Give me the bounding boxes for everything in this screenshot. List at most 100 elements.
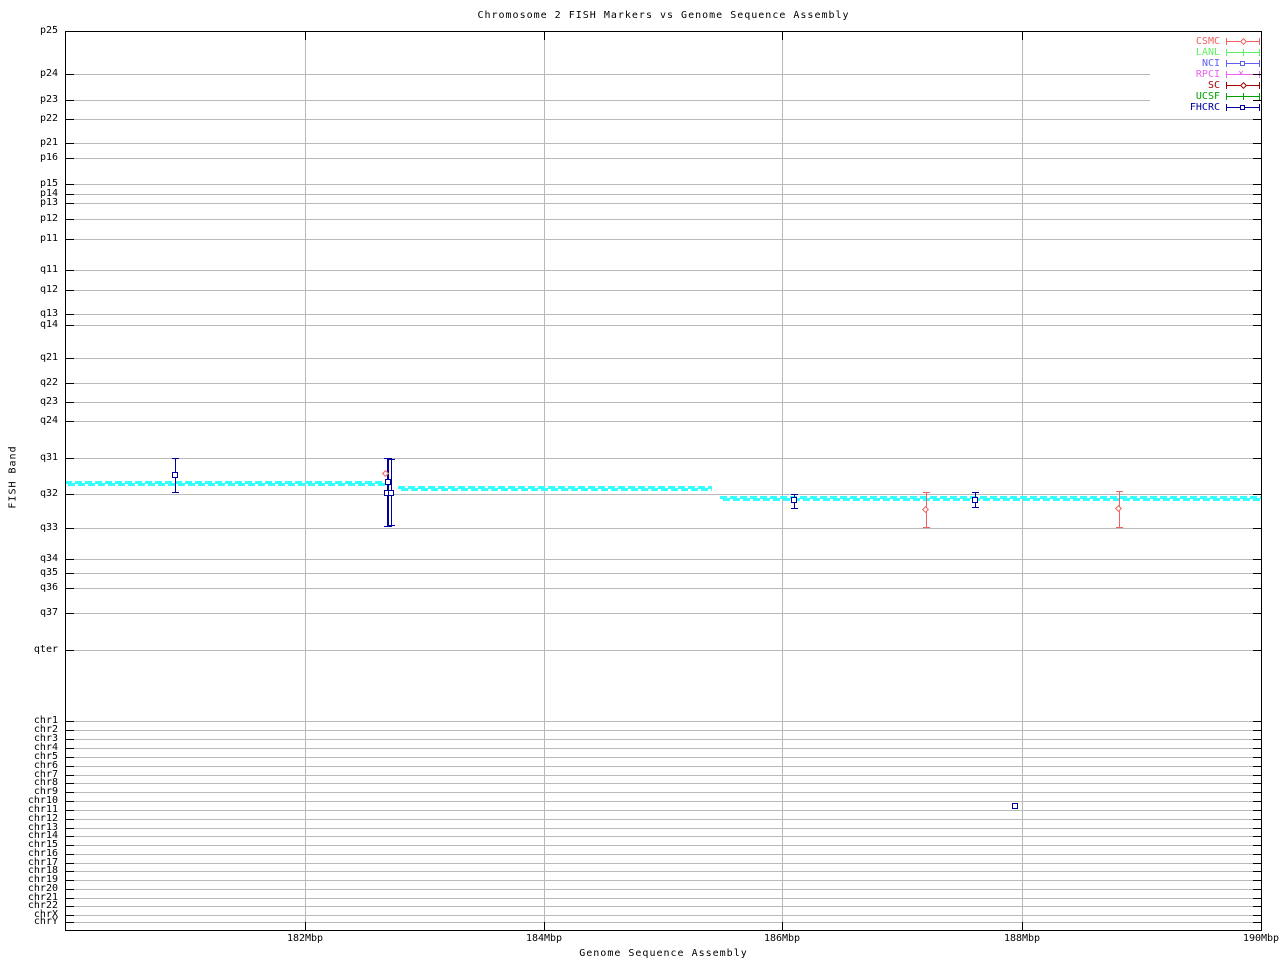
y-tick-left	[65, 775, 74, 776]
band-gridline	[65, 915, 1262, 916]
band-label: p11	[39, 233, 58, 244]
data-point-fhcrc	[791, 497, 797, 503]
band-gridline	[65, 290, 1262, 291]
band-label: p22	[39, 113, 58, 124]
band-label: qter	[33, 644, 58, 655]
y-tick-left	[65, 194, 74, 195]
band-label: q11	[39, 264, 58, 275]
y-tick-right	[1253, 650, 1262, 651]
y-tick-left	[65, 203, 74, 204]
y-tick-left	[65, 270, 74, 271]
band-label: q13	[39, 308, 58, 319]
band-label: q23	[39, 396, 58, 407]
x-tick-bottom	[1022, 922, 1023, 931]
y-tick-right	[1253, 528, 1262, 529]
y-tick-right	[1253, 119, 1262, 120]
y-tick-left	[65, 239, 74, 240]
y-tick-right	[1253, 314, 1262, 315]
y-tick-right	[1253, 588, 1262, 589]
band-gridline	[65, 871, 1262, 872]
y-tick-left	[65, 383, 74, 384]
y-tick-right	[1253, 730, 1262, 731]
y-tick-right	[1253, 757, 1262, 758]
x-tick-bottom	[305, 922, 306, 931]
y-tick-left	[65, 528, 74, 529]
legend-label: FHCRC	[1189, 101, 1220, 113]
band-gridline	[65, 383, 1262, 384]
y-tick-left	[65, 458, 74, 459]
band-label: q32	[39, 488, 58, 499]
y-tick-left	[65, 314, 74, 315]
y-tick-right	[1253, 559, 1262, 560]
y-tick-right	[1253, 158, 1262, 159]
x-tick-label: 188Mbp	[1003, 933, 1041, 944]
band-label: chrY	[33, 916, 58, 927]
band-gridline	[65, 775, 1262, 776]
band-gridline	[65, 528, 1262, 529]
band-gridline	[65, 650, 1262, 651]
y-tick-left	[65, 421, 74, 422]
x-tick-bottom	[782, 922, 783, 931]
y-tick-right	[1253, 792, 1262, 793]
x-gridline	[544, 31, 545, 931]
legend-sample-square-icon	[1226, 103, 1260, 112]
legend-sample-tick-icon	[1226, 48, 1260, 57]
band-label: p24	[39, 68, 58, 79]
band-gridline	[65, 588, 1262, 589]
legend-label: CSMC	[1195, 35, 1220, 47]
y-tick-left	[65, 739, 74, 740]
y-tick-right	[1253, 766, 1262, 767]
band-gridline	[65, 748, 1262, 749]
y-tick-left	[65, 810, 74, 811]
y-tick-right	[1253, 290, 1262, 291]
data-point-fhcrc	[388, 490, 394, 496]
x-tick-top	[544, 31, 545, 40]
band-gridline	[65, 314, 1262, 315]
band-gridline	[65, 863, 1262, 864]
y-tick-left	[65, 325, 74, 326]
y-tick-right	[1253, 854, 1262, 855]
y-tick-right	[1253, 194, 1262, 195]
band-gridline	[65, 880, 1262, 881]
band-gridline	[65, 922, 1262, 923]
band-gridline	[65, 458, 1262, 459]
y-tick-right	[1253, 100, 1262, 101]
band-gridline	[65, 721, 1262, 722]
y-tick-left	[65, 915, 74, 916]
y-tick-right	[1253, 739, 1262, 740]
band-gridline	[65, 270, 1262, 271]
y-tick-left	[65, 158, 74, 159]
y-tick-right	[1253, 871, 1262, 872]
y-tick-right	[1253, 270, 1262, 271]
band-label: q24	[39, 415, 58, 426]
band-label: p12	[39, 213, 58, 224]
y-tick-left	[65, 494, 74, 495]
band-label: q14	[39, 319, 58, 330]
y-tick-right	[1253, 184, 1262, 185]
y-tick-right	[1253, 239, 1262, 240]
y-tick-right	[1253, 863, 1262, 864]
band-gridline	[65, 845, 1262, 846]
band-gridline	[65, 239, 1262, 240]
band-gridline	[65, 158, 1262, 159]
y-tick-left	[65, 119, 74, 120]
y-tick-right	[1253, 775, 1262, 776]
x-tick-top	[305, 31, 306, 40]
y-tick-right	[1253, 801, 1262, 802]
data-point-fhcrc	[1012, 803, 1018, 809]
y-tick-left	[65, 792, 74, 793]
band-gridline	[65, 613, 1262, 614]
y-tick-left	[65, 613, 74, 614]
y-tick-right	[1253, 889, 1262, 890]
x-tick-label: 190Mbp	[1242, 933, 1280, 944]
y-tick-left	[65, 801, 74, 802]
y-tick-left	[65, 906, 74, 907]
band-gridline	[65, 906, 1262, 907]
assembly-track-segment	[65, 481, 390, 486]
y-tick-left	[65, 845, 74, 846]
y-tick-right	[1253, 828, 1262, 829]
legend-label: UCSF	[1195, 90, 1220, 102]
y-tick-left	[65, 836, 74, 837]
legend-entry-ucsf: UCSF	[1150, 91, 1262, 102]
x-tick-bottom	[1261, 922, 1262, 931]
